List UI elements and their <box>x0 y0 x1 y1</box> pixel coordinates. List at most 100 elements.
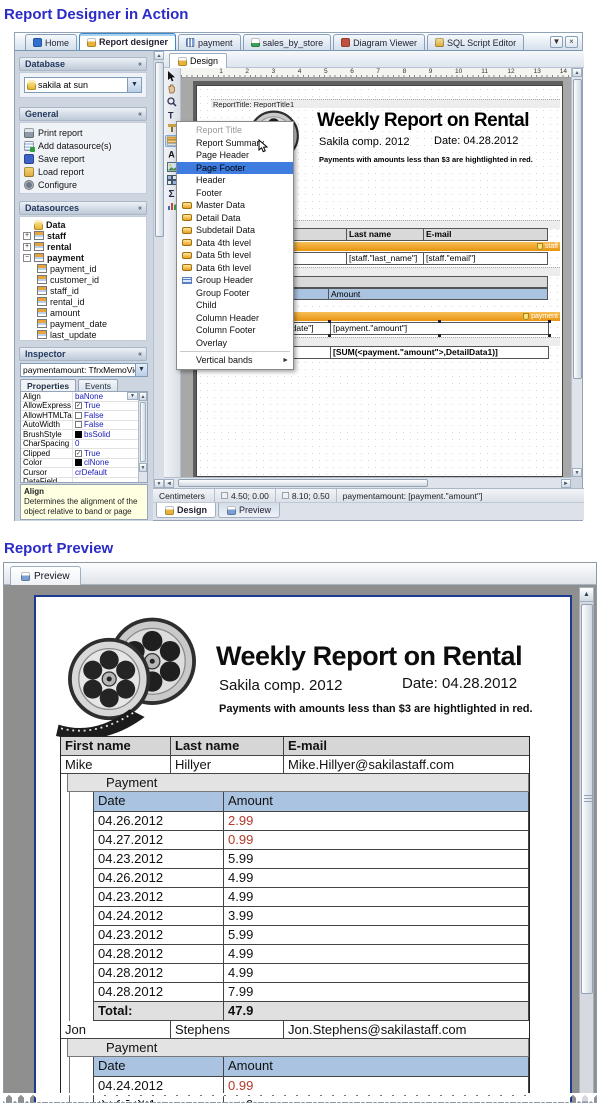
scroll-up-icon[interactable]: ▲ <box>154 51 164 60</box>
property-value[interactable]: crDefault <box>73 468 138 477</box>
database-select-arrow-icon[interactable]: ▼ <box>127 78 141 92</box>
memo-payment-amount[interactable]: [payment."amount"] <box>330 322 549 335</box>
tree-field-staff-id[interactable]: staff_id <box>23 285 146 296</box>
sidebar-item-add-datasource-s[interactable]: Add datasource(s) <box>20 139 146 152</box>
tab-home[interactable]: Home <box>25 34 77 50</box>
menu-item-vertical-bands[interactable]: Vertical bands► <box>177 354 293 367</box>
inspector-select-arrow-icon[interactable]: ▼ <box>135 364 147 376</box>
select-tool-icon[interactable] <box>165 70 179 82</box>
menu-item-data-6th-level[interactable]: Data 6th level <box>177 262 293 275</box>
menu-item-page-header[interactable]: Page Header <box>177 149 293 162</box>
inspector-object-select[interactable]: paymentamount: TfrxMemoView ▼ <box>20 363 148 377</box>
property-row-brushstyle[interactable]: BrushStylebsSolid <box>21 430 138 440</box>
tree-field-customer-id[interactable]: customer_id <box>23 274 146 285</box>
memo-staff-email[interactable]: [staff."email"] <box>423 252 548 265</box>
sidebar-item-load-report[interactable]: Load report <box>20 165 146 178</box>
tab-sql-script-editor[interactable]: SQL Script Editor <box>427 34 524 50</box>
zoom-tool-icon[interactable] <box>165 96 179 108</box>
tree-root-data[interactable]: Data <box>23 219 146 230</box>
collapse-chevrons-icon[interactable]: « <box>138 61 141 68</box>
hand-tool-icon[interactable] <box>165 83 179 95</box>
property-row-allowhtmlta[interactable]: AllowHTMLTaFalse <box>21 411 138 421</box>
tree-field-rental-id[interactable]: rental_id <box>23 296 146 307</box>
menu-item-overlay[interactable]: Overlay <box>177 337 293 350</box>
sidebar-item-save-report[interactable]: Save report <box>20 152 146 165</box>
scroll-up-icon[interactable]: ▲ <box>139 392 147 401</box>
preview-scroll-thumb[interactable] <box>581 604 593 994</box>
dropdown-arrow-icon[interactable]: ▼ <box>127 392 138 400</box>
scroll-up-icon[interactable]: ▲ <box>572 68 582 77</box>
scroll-down-icon[interactable]: ▼ <box>572 468 582 477</box>
property-value[interactable]: False <box>73 411 138 420</box>
canvas-horizontal-scrollbar[interactable]: ◄ ► <box>164 477 571 488</box>
checkbox-checked-icon[interactable]: ✓ <box>75 402 82 409</box>
property-row-charspacing[interactable]: CharSpacing0 <box>21 440 138 450</box>
database-panel-header[interactable]: Database « <box>19 57 147 71</box>
property-row-autowidth[interactable]: AutoWidthFalse <box>21 421 138 431</box>
text-tool-icon[interactable]: T <box>165 109 179 121</box>
tab-preview-bottom[interactable]: Preview <box>218 503 280 518</box>
property-value[interactable]: 0 <box>73 439 138 448</box>
design-company-text[interactable]: Sakila comp. 2012 <box>319 136 410 148</box>
tree-table-staff[interactable]: +staff <box>23 230 146 241</box>
tab-design[interactable]: Design <box>169 53 227 68</box>
menu-item-data-5th-level[interactable]: Data 5th level <box>177 249 293 262</box>
collapse-icon[interactable]: − <box>23 254 31 262</box>
sidebar-scrollbar[interactable]: ▲ ▼ <box>153 51 164 488</box>
menu-item-child[interactable]: Child <box>177 299 293 312</box>
property-value[interactable]: ✓True <box>73 401 138 410</box>
collapse-chevrons-icon[interactable]: « <box>138 111 141 118</box>
general-panel-header[interactable]: General « <box>19 107 147 121</box>
scroll-right-icon[interactable]: ► <box>561 479 571 488</box>
menu-item-footer[interactable]: Footer <box>177 187 293 200</box>
datasources-panel-header[interactable]: Datasources « <box>19 201 147 215</box>
property-grid-scrollbar[interactable]: ▲ ▼ <box>138 392 147 482</box>
menu-item-data-4th-level[interactable]: Data 4th level <box>177 237 293 250</box>
tree-table-rental[interactable]: +rental <box>23 241 146 252</box>
menu-item-column-header[interactable]: Column Header <box>177 312 293 325</box>
property-row-cursor[interactable]: CursorcrDefault <box>21 468 138 478</box>
expand-icon[interactable]: + <box>23 243 31 251</box>
database-select[interactable]: sakila at sun ▼ <box>24 77 142 93</box>
property-value[interactable]: ✓True <box>73 449 138 458</box>
property-value[interactable]: clNone <box>73 458 138 467</box>
scroll-up-icon[interactable]: ▲ <box>580 588 593 602</box>
tree-field-payment-date[interactable]: payment_date <box>23 318 146 329</box>
menu-item-report-summary[interactable]: Report Summary <box>177 137 293 150</box>
sidebar-item-print-report[interactable]: Print report <box>20 126 146 139</box>
scroll-down-icon[interactable]: ▼ <box>139 463 147 472</box>
property-value[interactable]: baNone▼ <box>73 392 138 401</box>
tree-table-payment[interactable]: −payment <box>23 252 146 263</box>
checkbox-checked-icon[interactable]: ✓ <box>75 450 82 457</box>
tab-diagram-viewer[interactable]: Diagram Viewer <box>333 34 425 50</box>
canvas-vertical-scrollbar[interactable]: ▲ ▼ <box>571 68 582 477</box>
property-value[interactable]: False <box>73 420 138 429</box>
tab-report-designer[interactable]: Report designer <box>79 33 176 50</box>
menu-item-detail-data[interactable]: Detail Data <box>177 212 293 225</box>
menu-item-subdetail-data[interactable]: Subdetail Data <box>177 224 293 237</box>
memo-staff-lastname[interactable]: [staff."last_name"] <box>346 252 424 265</box>
tab-close-button[interactable]: × <box>565 36 578 48</box>
scroll-left-icon[interactable]: ◄ <box>164 479 174 488</box>
tab-payment[interactable]: payment <box>178 34 241 50</box>
tree-field-last-update[interactable]: last_update <box>23 329 146 340</box>
checkbox-unchecked-icon[interactable] <box>75 412 82 419</box>
sidebar-item-configure[interactable]: Configure <box>20 178 146 191</box>
property-row-allowexpress[interactable]: AllowExpress✓True <box>21 402 138 412</box>
checkbox-unchecked-icon[interactable] <box>75 421 82 428</box>
property-row-datafield[interactable]: DataField <box>21 478 138 484</box>
design-col-email[interactable]: E-mail <box>423 228 548 241</box>
tree-field-amount[interactable]: amount <box>23 307 146 318</box>
design-col-lastname[interactable]: Last name <box>346 228 424 241</box>
property-row-color[interactable]: ColorclNone <box>21 459 138 469</box>
menu-item-column-footer[interactable]: Column Footer <box>177 324 293 337</box>
preview-scrollbar[interactable]: ▲ <box>579 587 594 1102</box>
collapse-chevrons-icon[interactable]: « <box>138 351 141 358</box>
band-reporttitle-label[interactable]: ReportTitle: ReportTitle1 <box>211 99 560 108</box>
menu-item-group-footer[interactable]: Group Footer <box>177 287 293 300</box>
menu-item-page-footer[interactable]: Page Footer <box>177 162 293 175</box>
tab-design-bottom[interactable]: Design <box>156 503 216 518</box>
design-report-title[interactable]: Weekly Report on Rental <box>317 110 529 132</box>
menu-item-group-header[interactable]: Group Header <box>177 274 293 287</box>
design-total-sum[interactable]: [SUM(<payment."amount">,DetailData1)] <box>330 346 549 359</box>
